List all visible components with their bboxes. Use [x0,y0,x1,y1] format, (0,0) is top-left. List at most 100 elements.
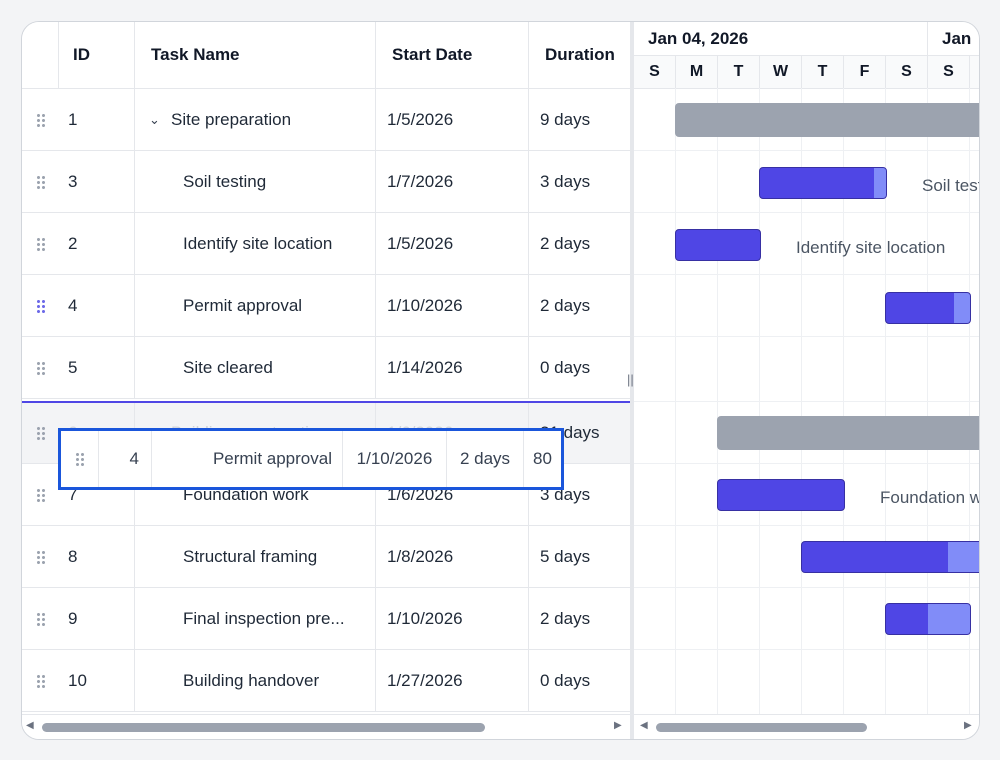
column-header-start-date[interactable]: Start Date [376,22,529,88]
drag-handle-icon [35,174,46,189]
cell-start-date: 1/10/2026 [376,588,529,649]
row-drag-handle[interactable] [22,151,59,212]
row-drag-handle[interactable] [22,588,59,649]
taskbar-identify-site-location[interactable] [675,229,761,261]
task-name-text: Site preparation [171,109,292,129]
timeline-week-label: Jan 04, 2026 [634,22,928,55]
grid-scroll-thumb[interactable] [42,723,485,732]
drag-clone-name: Permit approval [152,431,343,487]
taskbar-final-inspection[interactable] [885,603,971,635]
column-header-id[interactable]: ID [59,22,135,88]
taskbar-structural-framing[interactable] [801,541,979,573]
cell-id: 8 [59,526,135,587]
splitter-grip-icon[interactable]: || [627,372,634,387]
cell-id: 9 [59,588,135,649]
table-row[interactable]: 5 Site cleared 1/14/2026 0 days [22,337,630,399]
drag-handle-icon [35,549,46,564]
taskbar-label-soil-testing: Soil testing [922,176,979,195]
scroll-right-icon[interactable]: ▶ [964,720,972,731]
timeline-day: F [844,56,886,88]
taskbar-remaining-progress [928,604,970,634]
row-drag-handle[interactable] [22,337,59,398]
table-row[interactable]: 3 Soil testing 1/7/2026 3 days [22,151,630,213]
cell-duration: 0 days [540,670,591,690]
timeline-day: T [802,56,844,88]
cell-task-name: ⌄ Site preparation [135,89,376,150]
drag-clone-start: 1/10/2026 [343,431,447,487]
table-row[interactable]: 8 Structural framing 1/8/2026 5 days [22,526,630,588]
cell-id: 1 [59,89,135,150]
drag-handle-icon [35,360,46,375]
scroll-left-icon[interactable]: ◀ [640,720,648,731]
row-drag-handle[interactable] [22,464,59,525]
taskbar-remaining-progress [954,293,970,323]
cell-duration: 2 days [540,608,591,628]
table-row[interactable]: 10 Building handover 1/27/2026 0 days [22,650,630,712]
chart-row-line [634,649,979,650]
taskbar-remaining-progress [948,542,979,572]
timeline-day: S [928,56,970,88]
drag-handle-icon [35,487,46,502]
drag-handle-icon [74,452,85,466]
cell-start-date: 1/8/2026 [376,526,529,587]
table-row[interactable]: 9 Final inspection pre... 1/10/2026 2 da… [22,588,630,650]
timeline-day: S [886,56,928,88]
taskbar-label-identify-site: Identify site location [796,238,946,257]
taskbar-parent-building-construction[interactable] [717,416,979,450]
chart-row-line [634,463,979,464]
chart-row-line [634,150,979,151]
column-header-task-name[interactable]: Task Name [135,22,376,88]
cell-start-date: 1/5/2026 [376,213,529,274]
taskbar-foundation-work[interactable] [717,479,845,511]
cell-id: 5 [59,337,135,398]
cell-task-name: Soil testing [135,151,376,212]
timeline-day: T [718,56,760,88]
chart-row-line [634,212,979,213]
taskbar-parent-site-preparation[interactable] [675,103,979,137]
drop-indicator-line [22,401,630,403]
cell-duration: 9 days [540,109,591,129]
timeline-day: W [760,56,802,88]
table-row[interactable]: 2 Identify site location 1/5/2026 2 days [22,213,630,275]
cell-duration: 3 days [540,171,591,191]
timeline-day-header: S M T W T F S S [634,56,979,89]
table-row[interactable]: 4 Permit approval 1/10/2026 2 days [22,275,630,337]
chart-row-line [634,274,979,275]
drag-clone-progress: 80 [533,449,552,468]
drag-handle-icon [35,298,46,313]
cell-duration: 2 days [540,295,591,315]
cell-duration: 5 days [540,546,591,566]
taskbar-label-foundation: Foundation work [880,488,979,507]
row-drag-handle[interactable] [22,526,59,587]
chart-horizontal-scrollbar[interactable]: ◀ ▶ [634,714,979,739]
timeline-week-label: Jan [942,28,972,48]
row-drag-handle[interactable] [22,402,59,463]
row-drag-handle[interactable] [22,650,59,711]
chart-row-line [634,525,979,526]
cell-start-date: 1/7/2026 [376,151,529,212]
cell-id: 4 [59,275,135,336]
row-drag-handle[interactable] [22,213,59,274]
row-drag-handle[interactable] [22,275,59,336]
cell-start-date: 1/14/2026 [376,337,529,398]
row-drag-handle[interactable] [22,89,59,150]
drag-handle-icon [35,611,46,626]
timeline-day: S [634,56,676,88]
grid-horizontal-scrollbar[interactable]: ◀ ▶ [22,714,630,739]
chevron-down-icon[interactable]: ⌄ [149,112,165,128]
cell-id: 2 [59,213,135,274]
drag-handle-icon [35,112,46,127]
drag-clone-duration: 2 days [447,431,524,487]
cell-start-date: 1/27/2026 [376,650,529,711]
taskbar-soil-testing[interactable] [759,167,887,199]
table-row[interactable]: 1 ⌄ Site preparation 1/5/2026 9 days [22,89,630,151]
drag-clone-handle[interactable] [61,431,99,487]
scroll-left-icon[interactable]: ◀ [26,720,34,731]
column-header-duration[interactable]: Duration [529,22,630,88]
cell-task-name: Final inspection pre... [135,588,376,649]
scroll-right-icon[interactable]: ▶ [614,720,622,731]
taskbar-permit-approval[interactable] [885,292,971,324]
chart-scroll-thumb[interactable] [656,723,867,732]
drag-clone-row[interactable]: 4 Permit approval 1/10/2026 2 days 80 [58,428,564,490]
cell-task-name: Structural framing [135,526,376,587]
